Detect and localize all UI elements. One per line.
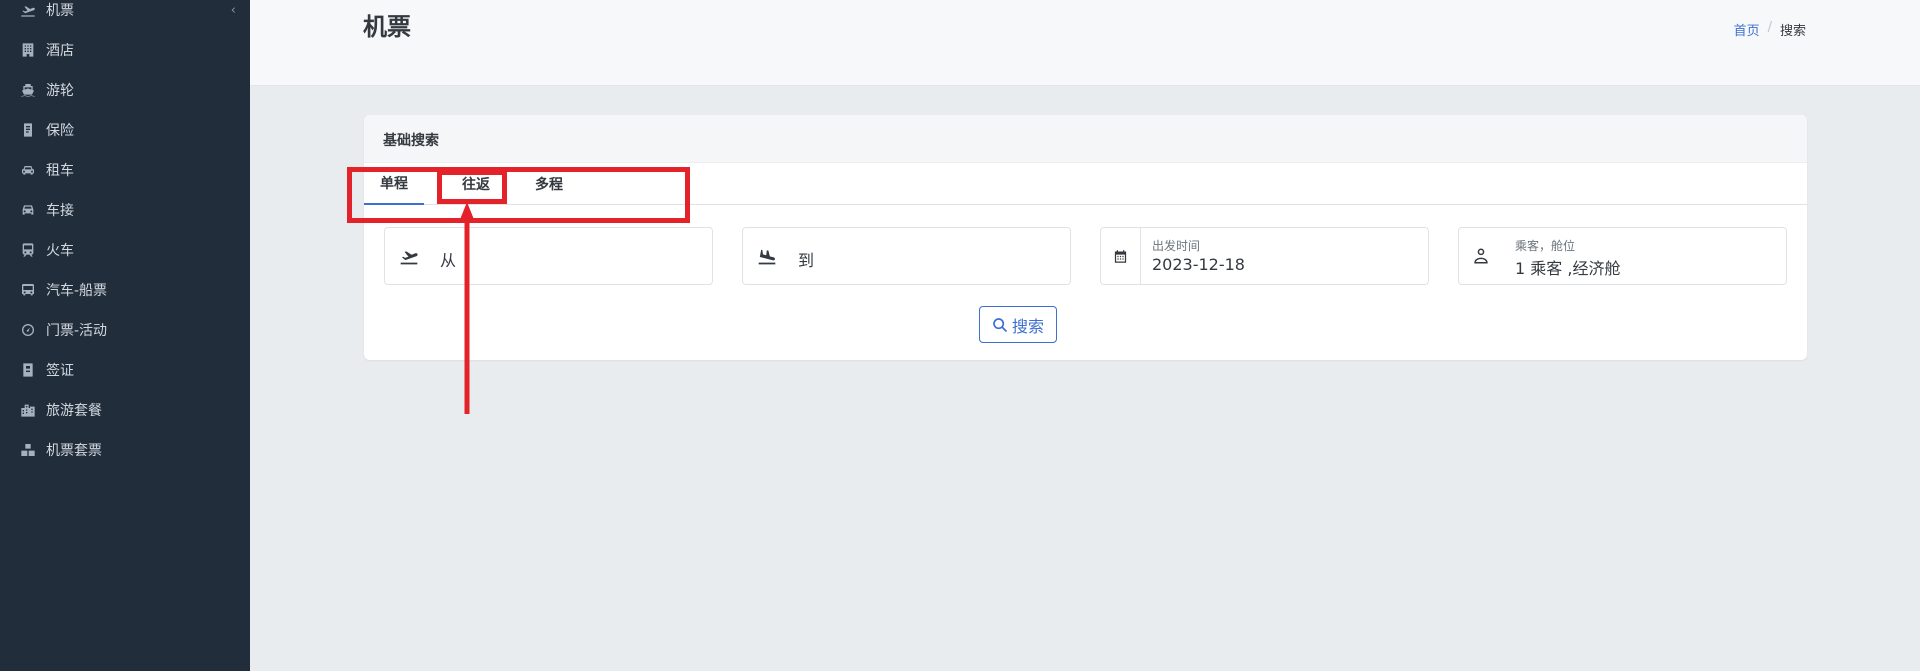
sidebar-item-train[interactable]: 火车 — [0, 230, 250, 270]
passengers-cabin-field[interactable]: 乘客，舱位 1 乘客 ,经济舱 — [1458, 227, 1787, 285]
search-button[interactable]: 搜索 — [979, 306, 1057, 343]
car-front-icon — [19, 201, 37, 219]
user-icon — [1471, 246, 1491, 266]
plane-landing-icon — [757, 246, 777, 266]
search-icon — [993, 317, 1007, 332]
search-card-header: 基础搜索 — [364, 115, 1807, 163]
departure-date-value: 2023-12-18 — [1152, 255, 1245, 274]
breadcrumb-separator: / — [1767, 20, 1772, 35]
calendar-icon — [1101, 228, 1141, 284]
annotation-arrow — [459, 202, 475, 414]
boxes-icon — [19, 441, 37, 459]
page-header: 机票 首页 / 搜索 — [250, 0, 1920, 86]
departure-date-field[interactable]: 出发时间 2023-12-18 — [1100, 227, 1429, 285]
breadcrumb-home-link[interactable]: 首页 — [1734, 20, 1760, 39]
chevron-left-icon[interactable]: ‹ — [231, 3, 236, 18]
document-icon — [19, 121, 37, 139]
search-card-title: 基础搜索 — [383, 133, 439, 149]
city-icon — [19, 401, 37, 419]
bus-icon — [19, 281, 37, 299]
sidebar-item-hotel[interactable]: 酒店 — [0, 30, 250, 70]
sidebar-item-cruise[interactable]: 游轮 — [0, 70, 250, 110]
round-trip-tab-highlight-box — [437, 170, 507, 204]
sidebar-item-tickets-activities[interactable]: 门票-活动 — [0, 310, 250, 350]
passengers-cabin-value: 1 乘客 ,经济舱 — [1515, 259, 1621, 278]
from-placeholder: 从 — [440, 251, 457, 270]
train-icon — [19, 241, 37, 259]
plane-takeoff-icon — [399, 246, 419, 266]
ship-icon — [19, 81, 37, 99]
sidebar: 机票 ‹ 酒店 游轮 保险 租车 车接 火车 汽车-船票 门票-活动 签证 旅游… — [0, 0, 250, 671]
hotel-building-icon — [19, 41, 37, 59]
search-button-label: 搜索 — [1011, 316, 1044, 336]
sidebar-item-insurance[interactable]: 保险 — [0, 110, 250, 150]
departure-date-label: 出发时间 — [1152, 239, 1201, 253]
from-field[interactable]: 从 — [384, 227, 713, 285]
sidebar-item-transfer[interactable]: 车接 — [0, 190, 250, 230]
breadcrumb: 首页 / 搜索 — [1734, 20, 1806, 39]
page-title: 机票 — [363, 13, 411, 41]
breadcrumb-current: 搜索 — [1779, 24, 1806, 39]
passengers-cabin-label: 乘客，舱位 — [1515, 239, 1576, 253]
sidebar-item-flights[interactable]: 机票 ‹ — [0, 0, 250, 30]
sidebar-item-packages[interactable]: 旅游套餐 — [0, 390, 250, 430]
to-field[interactable]: 到 — [742, 227, 1071, 285]
to-placeholder: 到 — [798, 251, 815, 270]
sidebar-item-flight-bundles[interactable]: 机票套票 — [0, 430, 250, 470]
gauge-icon — [19, 321, 37, 339]
plane-takeoff-icon — [19, 1, 37, 19]
car-icon — [19, 161, 37, 179]
sidebar-item-car-rental[interactable]: 租车 — [0, 150, 250, 190]
search-card: 基础搜索 单程 往返 多程 从 到 出发时间 2023-12-18 乘客，舱位 … — [364, 115, 1807, 360]
passport-book-icon — [19, 361, 37, 379]
sidebar-item-bus-ferry[interactable]: 汽车-船票 — [0, 270, 250, 310]
tabs-highlight-box — [347, 167, 690, 223]
sidebar-item-visa[interactable]: 签证 — [0, 350, 250, 390]
